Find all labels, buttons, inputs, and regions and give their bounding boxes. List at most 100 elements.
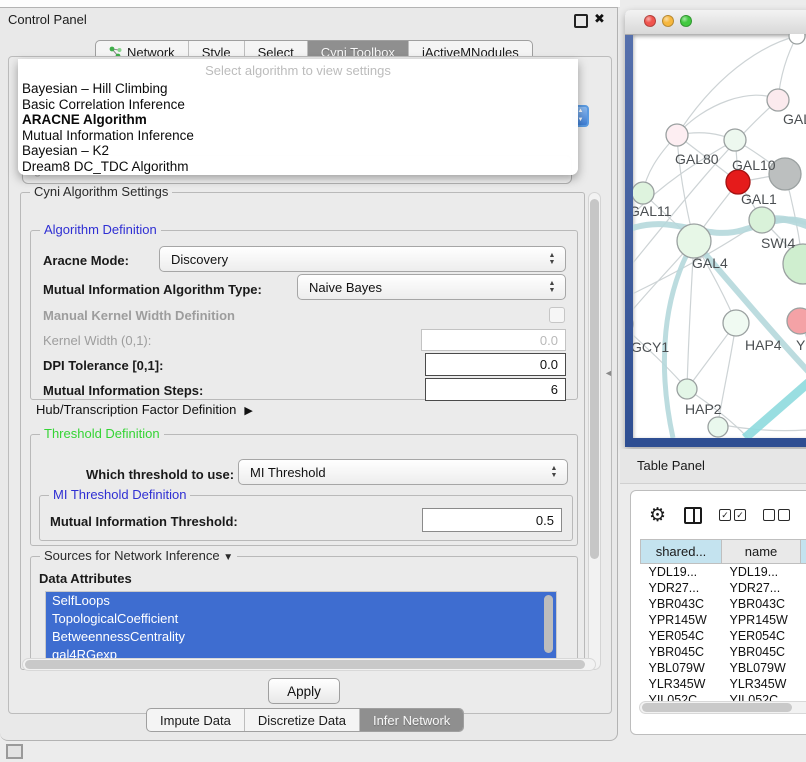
tab-infer-network[interactable]: Infer Network [360,709,463,731]
dropdown-item[interactable]: Dream8 DC_TDC Algorithm [18,159,578,175]
table-hscrollbar-thumb[interactable] [642,703,792,712]
table-cell [801,596,806,612]
table-row[interactable]: YER054CYER054C8. [641,628,806,644]
attributes-list-scrollbar-thumb[interactable] [544,595,553,653]
algorithm-definition-group: Algorithm Definition Aracne Mode: Discov… [30,230,578,400]
table-row[interactable]: YBR043CYBR043C [641,596,806,612]
splitter-collapse-icon[interactable]: ◄ [604,368,613,378]
settings-hscrollbar-thumb[interactable] [25,660,585,669]
table-row[interactable]: YDR27...YDR27...12 [641,580,806,596]
restore-panel-icon[interactable] [6,744,23,759]
split-columns-icon[interactable] [684,507,702,524]
network-window-titlebar[interactable] [625,10,806,35]
float-panel-icon[interactable] [574,14,588,28]
network-edge[interactable] [677,36,797,135]
network-edge[interactable] [633,324,687,389]
apply-button-label: Apply [287,684,321,699]
table-row[interactable]: YDL19...YDL19...13 [641,564,806,581]
settings-scrollbar[interactable] [588,192,601,670]
dpi-tolerance-field[interactable]: 0.0 [425,353,566,376]
dropdown-item[interactable]: ARACNE Algorithm [18,112,578,128]
hub-definition-toggle[interactable]: Hub/Transcription Factor Definition▶ [36,402,253,417]
table-cell: YDR27... [722,580,801,596]
table-cell: YBR045C [722,644,801,660]
network-node[interactable] [666,124,688,146]
mi-threshold-value: 0.5 [536,513,554,528]
gear-icon[interactable]: ⚙ [649,504,666,527]
table-row[interactable]: YPR145WYPR145W9. [641,612,806,628]
dropdown-item[interactable]: Bayesian – Hill Climbing [18,81,578,97]
dpi-tolerance-value: 0.0 [540,357,558,372]
node-label: HAP4 [745,337,782,353]
attribute-list-item[interactable]: BetweennessCentrality [46,628,556,646]
node-label: SWI4 [761,235,795,251]
aracne-mode-value: Discovery [160,252,543,267]
combo-spinner-icon: ▲▼ [543,252,565,266]
dropdown-item[interactable]: Basic Correlation Inference [18,97,578,113]
table-cell: 9. [801,644,806,660]
table-row[interactable]: YBR045CYBR045C9. [641,644,806,660]
column-header[interactable]: name [722,540,801,564]
combo-spinner-icon: ▲▼ [543,280,565,294]
settings-scrollbar-thumb[interactable] [590,199,599,559]
network-node[interactable] [677,224,711,258]
data-attributes-list[interactable]: SelfLoopsTopologicalCoefficientBetweenne… [45,591,557,665]
mi-steps-field[interactable]: 6 [425,378,566,401]
window-minimize-icon[interactable] [662,15,674,27]
settings-hscrollbar[interactable] [22,658,596,671]
sources-group-title[interactable]: Sources for Network Inference ▼ [40,548,237,563]
apply-button[interactable]: Apply [268,678,340,704]
close-panel-icon[interactable]: ✖ [594,11,605,27]
table-cell: YDL19... [722,564,801,581]
column-header[interactable] [801,540,806,564]
table-row[interactable]: YLR345WYLR345W9. [641,676,806,692]
table-cell: YBR043C [722,596,801,612]
network-node[interactable] [708,417,728,437]
table-cell: 12 [801,580,806,596]
deselect-all-icon[interactable] [763,509,790,521]
dropdown-item[interactable]: Bayesian – K2 [18,143,578,159]
tab-discretize-data[interactable]: Discretize Data [245,709,360,731]
network-node[interactable] [749,207,775,233]
cyni-settings-title: Cyni Algorithm Settings [30,184,172,199]
column-header[interactable]: shared... [641,540,722,564]
network-edge[interactable] [745,370,806,438]
algorithm-dropdown-popup: Select algorithm to view settings Bayesi… [18,59,578,175]
network-node[interactable] [767,89,789,111]
network-node[interactable] [787,308,806,334]
table-hscrollbar[interactable] [639,701,806,714]
select-all-icon[interactable]: ✓ ✓ [719,509,746,521]
dropdown-item[interactable]: Mutual Information Inference [18,128,578,144]
mi-type-combo[interactable]: Naive Bayes ▲▼ [297,274,566,300]
attribute-list-item[interactable]: TopologicalCoefficient [46,610,556,628]
table-cell: YPR145W [722,612,801,628]
network-node[interactable] [723,310,749,336]
tab-impute-data[interactable]: Impute Data [147,709,245,731]
network-node[interactable] [633,182,654,204]
mi-threshold-field[interactable]: 0.5 [422,508,562,532]
window-zoom-icon[interactable] [680,15,692,27]
network-edge[interactable] [677,95,778,135]
window-close-icon[interactable] [644,15,656,27]
table-toolbar: ⚙ ✓ ✓ [631,499,806,531]
which-threshold-combo[interactable]: MI Threshold ▲▼ [238,459,568,485]
threshold-definition-title: Threshold Definition [40,426,164,441]
network-node[interactable] [677,379,697,399]
aracne-mode-combo[interactable]: Discovery ▲▼ [159,246,566,272]
node-table[interactable]: shared...name YDL19...YDL19...13YDR27...… [640,539,806,708]
algorithm-definition-title: Algorithm Definition [40,222,161,237]
table-cell: YDR27... [641,580,722,596]
network-node[interactable] [789,34,805,44]
network-canvas[interactable]: GALGAL80GAL10GAL1GAL11SWI4GAL4GCY1HAP4YH… [633,34,806,438]
hub-definition-label: Hub/Transcription Factor Definition [36,402,236,417]
mi-steps-value: 6 [551,382,558,397]
combo-spinner-icon: ▲▼ [545,465,567,479]
table-row[interactable]: YBL079WYBL079W [641,660,806,676]
network-node[interactable] [724,129,746,151]
table-panel: ⚙ ✓ ✓ shared...name YDL19...YDL19...13YD… [630,490,806,735]
table-cell: YLR345W [722,676,801,692]
kernel-width-field[interactable]: 0.0 [421,329,566,351]
manual-kernel-checkbox[interactable] [549,307,565,323]
attribute-list-item[interactable]: SelfLoops [46,592,556,610]
kernel-width-label: Kernel Width (0,1): [43,333,151,348]
